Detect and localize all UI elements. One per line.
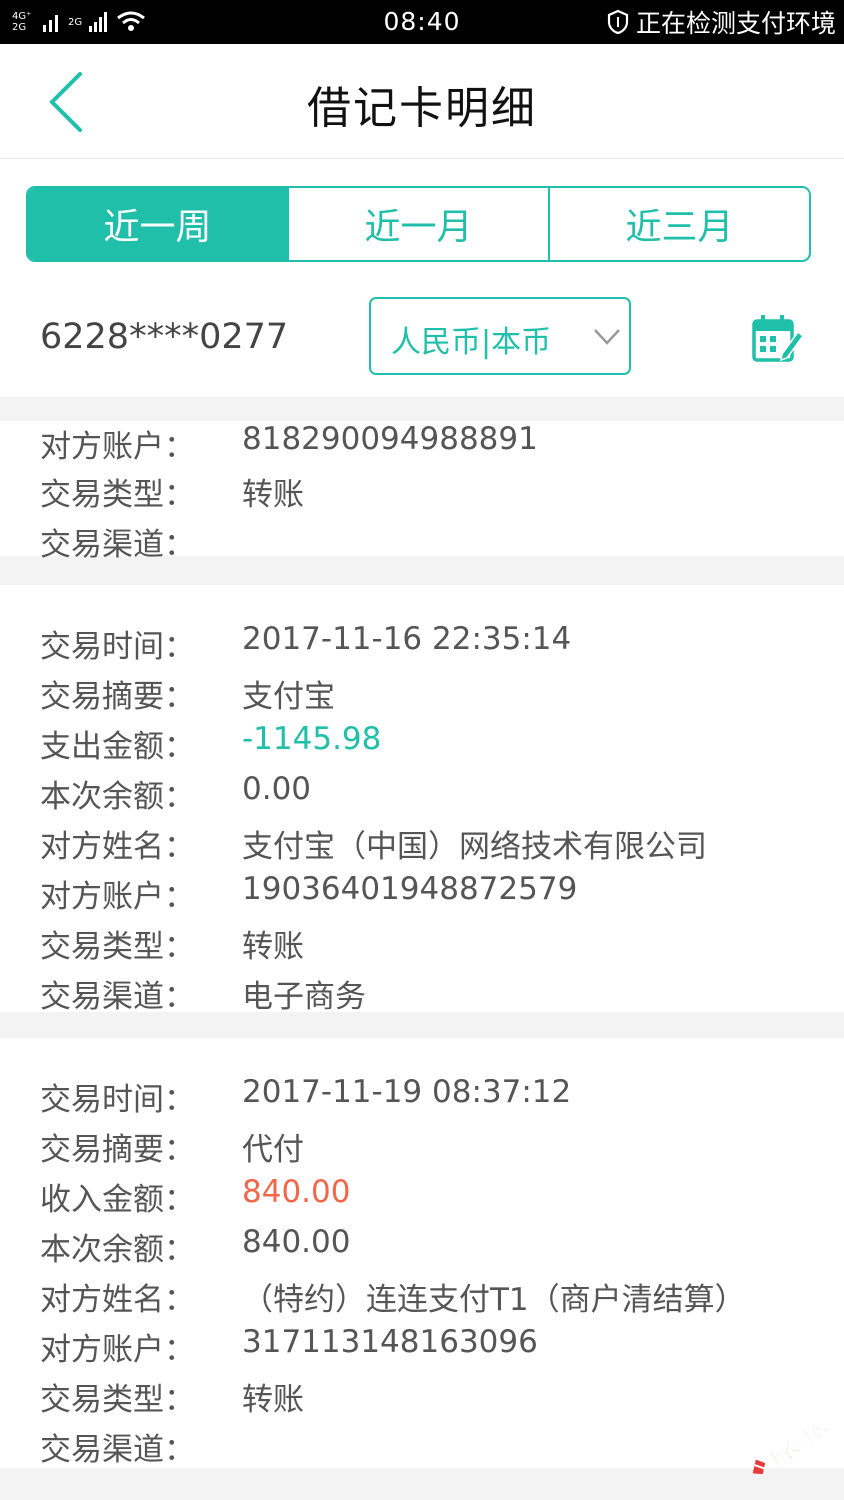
field-label: 本次余额：: [40, 1232, 195, 1268]
currency-select[interactable]: 人民币|本币: [369, 297, 631, 375]
field-label: 支出金额：: [40, 729, 195, 765]
field-value: 代付: [242, 1132, 304, 1168]
field-label: 交易类型：: [40, 1382, 195, 1418]
income-amount: 840.00: [242, 1174, 351, 1210]
field-value: 2017-11-19 08:37:12: [242, 1074, 572, 1110]
field-value: 支付宝: [242, 679, 335, 715]
expense-amount: -1145.98: [242, 721, 382, 757]
transaction-card: 对方账户： 818290094988891 交易类型： 转账 交易渠道：: [0, 421, 844, 563]
transaction-row: 交易类型： 转账: [0, 469, 844, 519]
field-label: 交易摘要：: [40, 1132, 195, 1168]
transaction-row: 支出金额： -1145.98: [0, 721, 844, 771]
field-value: 2017-11-16 22:35:14: [242, 621, 572, 657]
field-label: 交易类型：: [40, 929, 195, 965]
field-value: 电子商务: [242, 979, 366, 1015]
tab-last-three-months[interactable]: 近三月: [548, 188, 809, 260]
transaction-row: 对方账户： 818290094988891: [0, 421, 844, 471]
transaction-row: 交易类型： 转账: [0, 1374, 844, 1424]
field-value: 19036401948872579: [242, 871, 578, 907]
field-value: 转账: [242, 1382, 304, 1418]
field-label: 交易类型：: [40, 477, 195, 513]
transaction-row: 对方姓名： 支付宝（中国）网络技术有限公司: [0, 821, 844, 871]
field-label: 交易渠道：: [40, 979, 195, 1015]
field-value: 840.00: [242, 1224, 351, 1260]
transaction-row: 交易渠道： 电子商务: [0, 971, 844, 1021]
period-tabs: 近一周 近一月 近三月: [26, 186, 811, 262]
status-bar: 4G⁺ 2G 2G 08:40 正在检测支付环境: [0, 0, 844, 44]
field-label: 对方姓名：: [40, 829, 195, 865]
filter-panel: 近一周 近一月 近三月 6228****0277 人民币|本币: [0, 159, 844, 397]
field-value: （特约）连连支付T1（商户清结算）: [242, 1282, 746, 1318]
field-value: 转账: [242, 477, 304, 513]
transaction-row: 本次余额： 840.00: [0, 1224, 844, 1274]
field-label: 收入金额：: [40, 1182, 195, 1218]
field-label: 对方账户：: [40, 429, 195, 465]
shield-icon: [607, 9, 629, 35]
field-label: 对方姓名：: [40, 1282, 195, 1318]
field-label: 对方账户：: [40, 879, 195, 915]
watermark-logo: 卡农社区: [752, 1416, 835, 1475]
card-number: 6228****0277: [40, 317, 289, 357]
transaction-row: 交易渠道：: [0, 519, 844, 569]
transaction-card: 交易时间： 2017-11-16 22:35:14 交易摘要： 支付宝 支出金额…: [0, 585, 844, 1015]
field-value: 317113148163096: [242, 1324, 538, 1360]
transaction-row: 交易摘要： 代付: [0, 1124, 844, 1174]
watermark-text: 卡农社区: [762, 1416, 835, 1473]
transaction-card: 交易时间： 2017-11-19 08:37:12 交易摘要： 代付 收入金额：…: [0, 1038, 844, 1468]
transaction-row: 交易时间： 2017-11-16 22:35:14: [0, 621, 844, 671]
field-value: 0.00: [242, 771, 312, 807]
transaction-row: 交易渠道：: [0, 1424, 844, 1474]
field-label: 交易时间：: [40, 1082, 195, 1118]
tab-last-month[interactable]: 近一月: [287, 188, 548, 260]
chevron-down-icon: [594, 329, 620, 345]
field-label: 对方账户：: [40, 1332, 195, 1368]
field-label: 交易时间：: [40, 629, 195, 665]
field-value: 转账: [242, 929, 304, 965]
transaction-row: 对方姓名： （特约）连连支付T1（商户清结算）: [0, 1274, 844, 1324]
transaction-row: 交易时间： 2017-11-19 08:37:12: [0, 1074, 844, 1124]
field-value: 818290094988891: [242, 421, 538, 457]
transaction-row: 交易类型： 转账: [0, 921, 844, 971]
field-value: 支付宝（中国）网络技术有限公司: [242, 829, 707, 865]
currency-value: 人民币|本币: [391, 325, 552, 360]
transaction-row: 交易摘要： 支付宝: [0, 671, 844, 721]
tab-last-week[interactable]: 近一周: [28, 188, 287, 260]
security-check: 正在检测支付环境: [606, 6, 836, 38]
field-label: 交易渠道：: [40, 1432, 195, 1468]
nav-header: 借记卡明细: [0, 44, 844, 159]
field-label: 交易摘要：: [40, 679, 195, 715]
transaction-row: 对方账户： 19036401948872579: [0, 871, 844, 921]
security-text: 正在检测支付环境: [635, 9, 836, 38]
transaction-row: 本次余额： 0.00: [0, 771, 844, 821]
transaction-row: 对方账户： 317113148163096: [0, 1324, 844, 1374]
field-label: 交易渠道：: [40, 527, 195, 563]
page-title: 借记卡明细: [307, 83, 537, 134]
field-label: 本次余额：: [40, 779, 195, 815]
transaction-row: 收入金额： 840.00: [0, 1174, 844, 1224]
calendar-edit-icon[interactable]: [752, 312, 804, 364]
